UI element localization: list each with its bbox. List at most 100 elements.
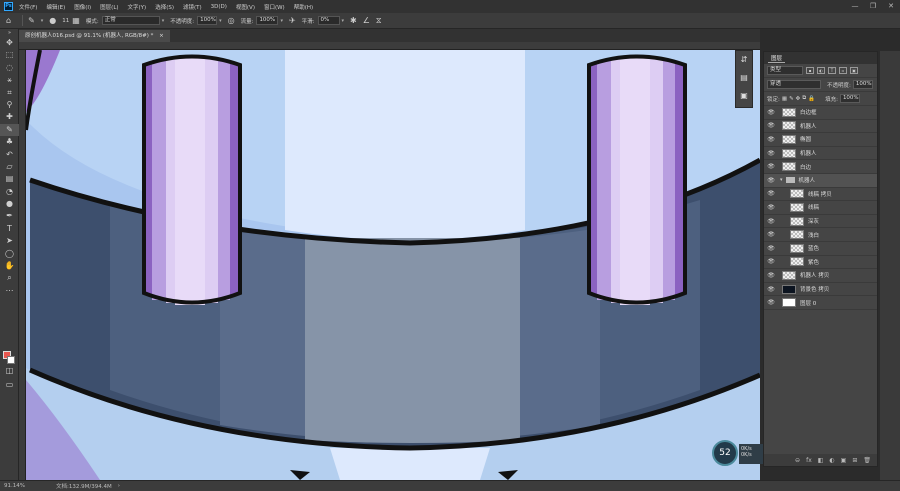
layer-thumbnail[interactable] — [790, 202, 804, 212]
lock-position-icon[interactable]: ✥ — [796, 96, 801, 102]
gradient-tool-icon[interactable]: ▤ — [0, 173, 19, 185]
eye-icon[interactable]: 👁 — [764, 109, 778, 116]
path-select-icon[interactable]: ➤ — [0, 235, 19, 247]
layer-thumbnail[interactable] — [782, 298, 796, 308]
pressure-opacity-icon[interactable]: ◎ — [228, 16, 235, 25]
layer-row[interactable]: 👁 白边框 — [764, 106, 877, 120]
eye-icon[interactable]: 👁 — [764, 245, 778, 252]
chevron-down-icon[interactable]: ▾ — [280, 18, 283, 24]
angle-icon[interactable]: ∠ — [363, 16, 370, 25]
eye-icon[interactable]: 👁 — [764, 204, 778, 211]
layer-opacity-field[interactable]: 100% — [852, 80, 873, 89]
eye-icon[interactable]: 👁 — [764, 272, 778, 279]
background-color[interactable] — [7, 356, 15, 364]
layer-thumbnail[interactable] — [782, 107, 796, 117]
layer-row[interactable]: 👁 图层 0 — [764, 296, 877, 310]
smart-filter-icon[interactable]: ▣ — [850, 67, 858, 74]
layer-row[interactable]: 👁 蓝色 — [764, 242, 877, 256]
layer-row[interactable]: 👁 深灰 — [764, 215, 877, 229]
lock-artboard-icon[interactable]: ⧉ — [802, 95, 806, 102]
mask-mode-icon[interactable] — [0, 337, 19, 349]
layer-thumbnail[interactable] — [782, 270, 796, 280]
shape-tool-icon[interactable]: ◯ — [0, 248, 19, 260]
eraser-tool-icon[interactable]: ▱ — [0, 161, 19, 173]
eye-icon[interactable]: 👁 — [764, 150, 778, 157]
brush-tool-icon[interactable]: ✎ — [0, 123, 19, 137]
menu-edit[interactable]: 编辑(E) — [46, 3, 65, 11]
eye-icon[interactable]: 👁 — [764, 177, 778, 184]
libraries-icon[interactable]: ▣ — [736, 87, 752, 105]
layer-thumbnail[interactable] — [790, 216, 804, 226]
status-zoom[interactable]: 91.14% — [0, 483, 34, 489]
add-mask-icon[interactable]: ◧ — [818, 457, 824, 464]
link-layers-icon[interactable]: ⊖ — [795, 457, 800, 464]
layer-row[interactable]: 👁 紫色 — [764, 256, 877, 270]
shape-filter-icon[interactable]: ▫ — [839, 67, 847, 74]
eye-icon[interactable]: 👁 — [764, 286, 778, 293]
chevron-down-icon[interactable]: ▾ — [162, 18, 165, 24]
brush-tool-icon[interactable]: ✎ — [28, 16, 35, 25]
layer-row[interactable]: 👁 机器人 — [764, 147, 877, 161]
lock-transparent-icon[interactable]: ▦ — [782, 96, 787, 102]
chevron-down-icon[interactable]: ▾ — [219, 18, 222, 24]
layer-thumbnail[interactable] — [790, 257, 804, 267]
eye-icon[interactable]: 👁 — [764, 122, 778, 129]
layer-row[interactable]: 👁 机器人 — [764, 120, 877, 134]
kind-filter-select[interactable]: 类型 — [767, 66, 803, 75]
layer-thumbnail[interactable] — [782, 134, 796, 144]
properties-icon[interactable]: ⇵ — [736, 51, 752, 69]
menu-view[interactable]: 视图(V) — [236, 3, 255, 11]
eye-icon[interactable]: 👁 — [764, 136, 778, 143]
quick-mask-icon[interactable]: ◫ — [0, 365, 19, 377]
menu-window[interactable]: 窗口(W) — [264, 3, 285, 11]
pixel-filter-icon[interactable]: ▪ — [806, 67, 814, 74]
pen-tool-icon[interactable]: ✒ — [0, 210, 19, 222]
home-icon[interactable]: ⌂ — [6, 16, 11, 25]
magic-wand-tool-icon[interactable]: ⚹ — [0, 74, 19, 86]
eye-icon[interactable]: 👁 — [764, 258, 778, 265]
symmetry-icon[interactable]: ⧖ — [376, 16, 382, 26]
chevron-down-icon[interactable]: ▾ — [780, 177, 783, 183]
eye-icon[interactable]: 👁 — [764, 299, 778, 306]
flow-field[interactable]: 100% — [256, 16, 279, 25]
layer-thumbnail[interactable] — [782, 121, 796, 131]
layer-thumbnail[interactable] — [782, 284, 796, 294]
chevron-down-icon[interactable]: ▾ — [342, 18, 345, 24]
smoothing-field[interactable]: 0% — [317, 16, 340, 25]
mode-select[interactable]: 正常 — [101, 16, 160, 25]
eye-icon[interactable]: 👁 — [764, 231, 778, 238]
type-tool-icon[interactable]: T — [0, 223, 19, 235]
close-button[interactable]: ✕ — [882, 0, 900, 13]
chevron-down-icon[interactable]: ▾ — [41, 18, 44, 24]
new-layer-icon[interactable]: ⊞ — [852, 457, 857, 464]
layer-row[interactable]: 👁 机器人 拷贝 — [764, 269, 877, 283]
tab-layers[interactable]: 图层 — [768, 54, 786, 63]
chevron-right-icon[interactable]: › — [118, 483, 120, 489]
healing-tool-icon[interactable]: ✚ — [0, 111, 19, 123]
fill-field[interactable]: 100% — [839, 94, 860, 103]
minimize-button[interactable]: — — [846, 0, 864, 13]
eye-icon[interactable]: 👁 — [764, 218, 778, 225]
delete-layer-icon[interactable]: 🗑 — [863, 457, 871, 464]
layer-row[interactable]: 👁 线稿 — [764, 201, 877, 215]
airbrush-icon[interactable]: ✈ — [289, 16, 296, 25]
menu-layer[interactable]: 图层(L) — [100, 3, 118, 11]
menu-image[interactable]: 图像(I) — [74, 3, 91, 11]
new-group-icon[interactable]: ▣ — [841, 457, 847, 464]
layer-row[interactable]: 👁 浅白 — [764, 228, 877, 242]
fx-icon[interactable]: fx — [806, 457, 812, 464]
more-tools-icon[interactable]: ⋯ — [0, 285, 19, 297]
hand-tool-icon[interactable]: ✋ — [0, 260, 19, 272]
lasso-tool-icon[interactable]: ◌ — [0, 62, 19, 74]
lock-image-icon[interactable]: ✎ — [789, 96, 794, 102]
menu-select[interactable]: 选择(S) — [155, 3, 174, 11]
close-icon[interactable]: × — [159, 33, 164, 39]
layer-thumbnail[interactable] — [782, 148, 796, 158]
eye-icon[interactable]: 👁 — [764, 163, 778, 170]
menu-type[interactable]: 文字(Y) — [128, 3, 147, 11]
adjustment-filter-icon[interactable]: ◐ — [817, 67, 825, 74]
marquee-tool-icon[interactable]: ⬚ — [0, 49, 19, 61]
layer-thumbnail[interactable] — [790, 230, 804, 240]
restore-button[interactable]: ❐ — [864, 0, 882, 13]
history-brush-icon[interactable]: ↶ — [0, 149, 19, 161]
